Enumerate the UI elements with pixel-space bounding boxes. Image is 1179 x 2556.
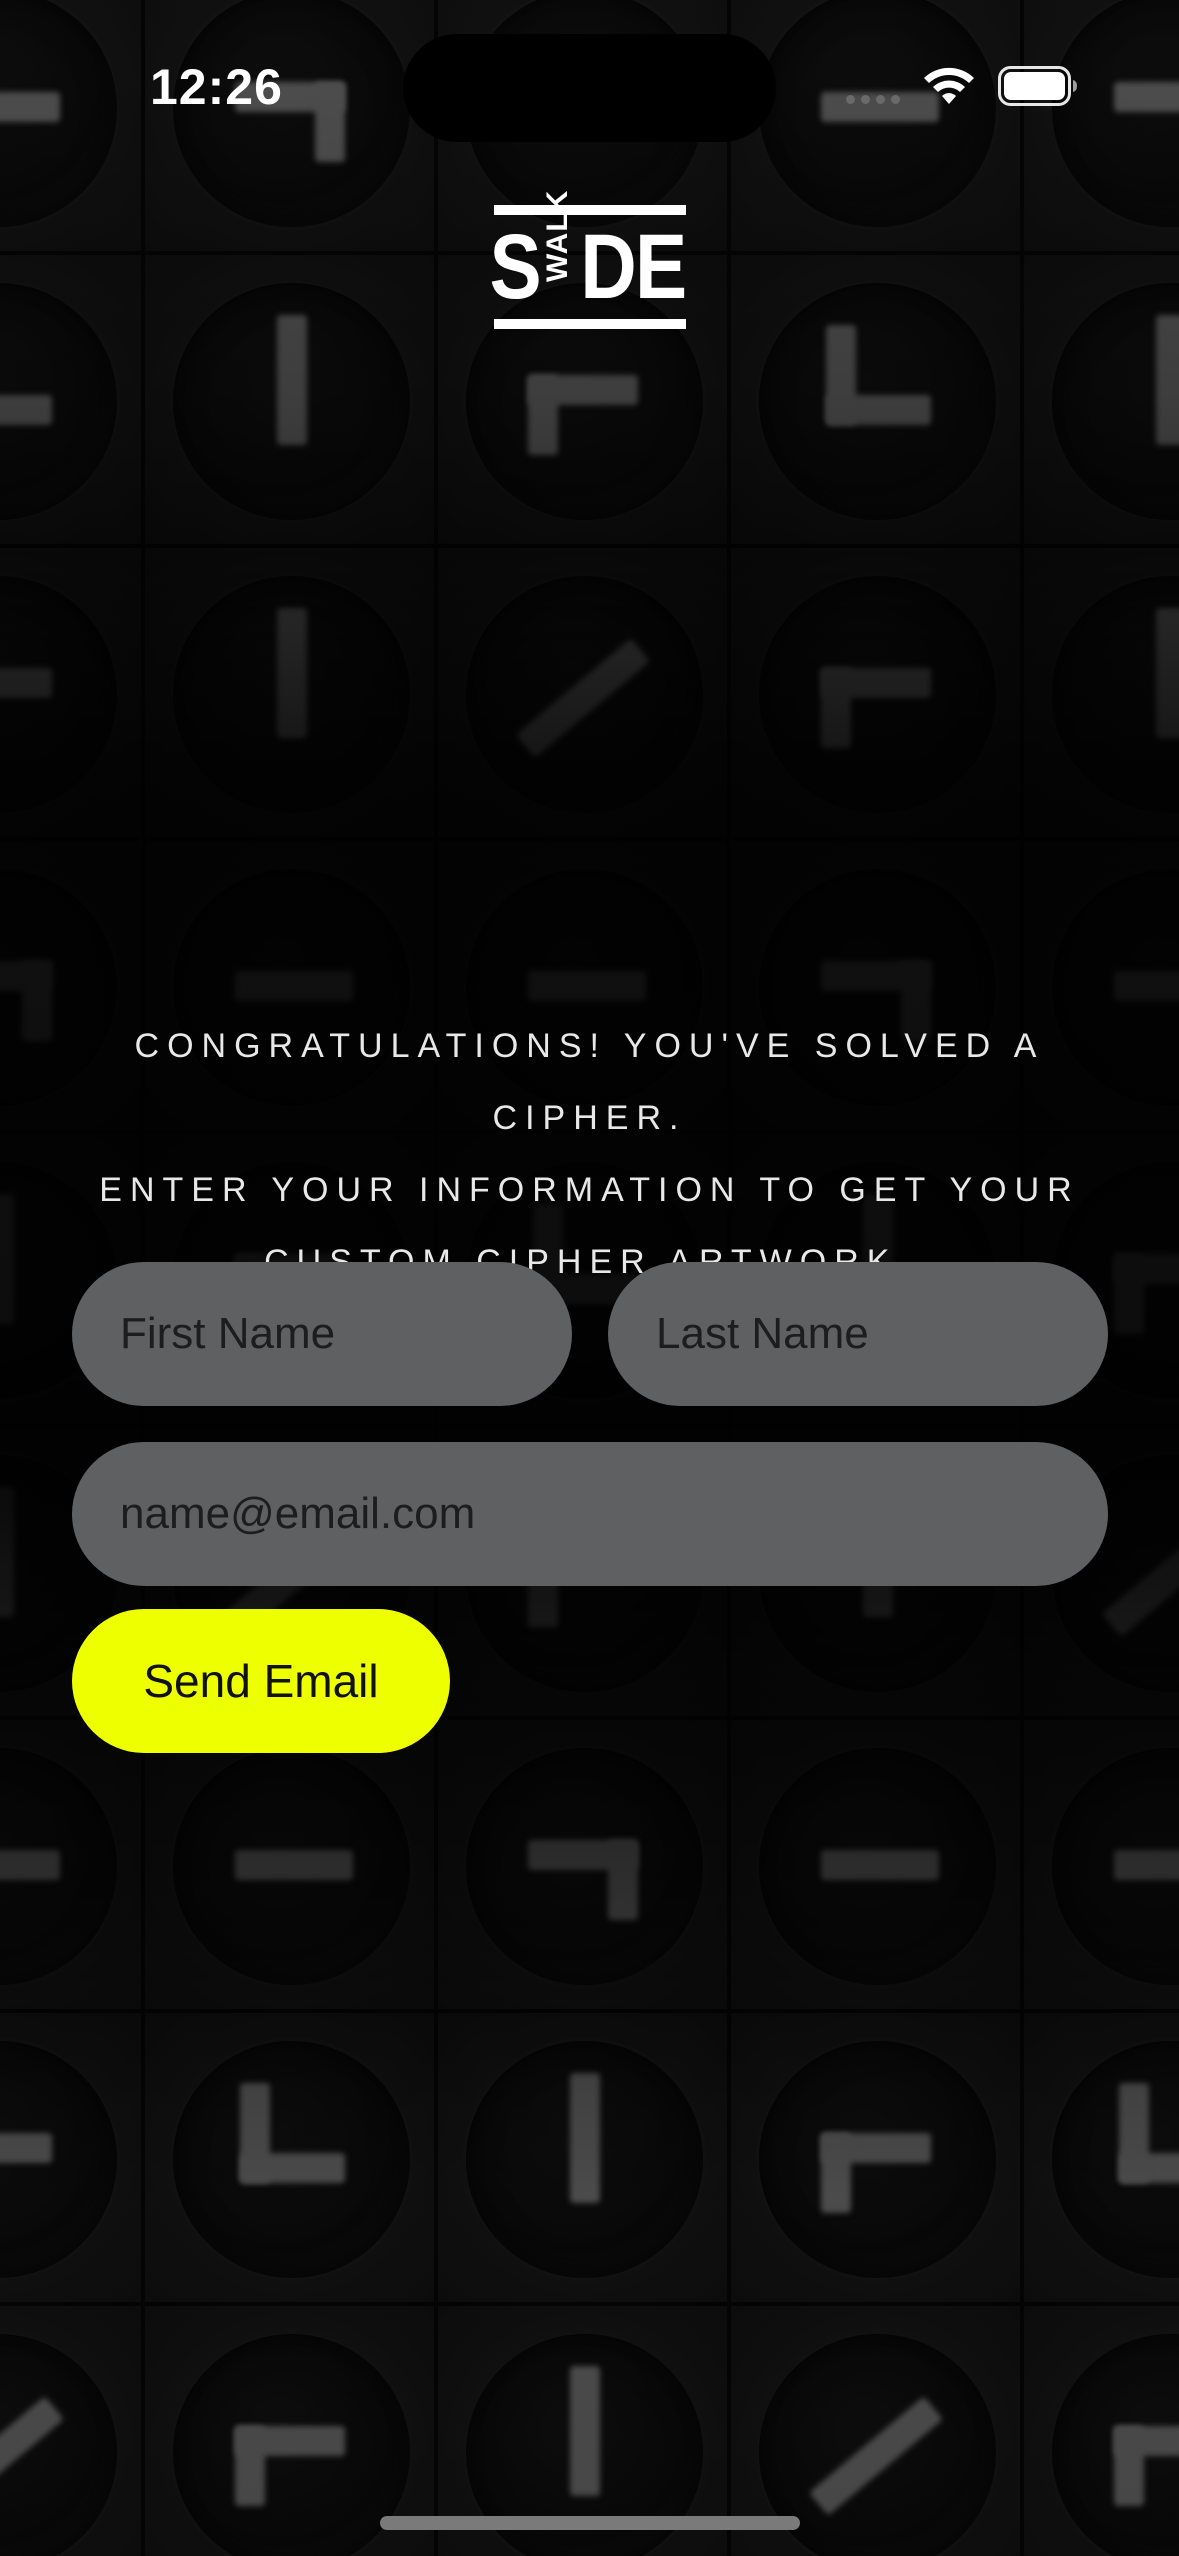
message-line-2: ENTER YOUR INFORMATION TO GET YOUR	[99, 1171, 1080, 1209]
last-name-input[interactable]	[608, 1262, 1108, 1406]
send-email-button[interactable]: Send Email	[72, 1609, 450, 1753]
battery-icon	[998, 66, 1077, 106]
status-time: 12:26	[150, 59, 283, 115]
home-indicator[interactable]	[380, 2516, 800, 2530]
dynamic-island	[403, 34, 776, 142]
wifi-icon	[924, 67, 974, 104]
sidewalk-logo: S WALK DE	[490, 189, 687, 329]
cipher-form-screen: 12:26 S WALK DE CONGRATULATIONS! YOU'VE …	[0, 0, 1179, 2556]
logo-letters-de: DE	[580, 216, 687, 318]
logo-letter-s: S	[489, 216, 542, 318]
message-line-1: CONGRATULATIONS! YOU'VE SOLVED A CIPHER.	[134, 1027, 1045, 1137]
first-name-input[interactable]	[72, 1262, 572, 1406]
email-input[interactable]	[72, 1442, 1108, 1586]
cellular-icon	[846, 95, 900, 104]
congratulations-message: CONGRATULATIONS! YOU'VE SOLVED A CIPHER.…	[60, 1010, 1119, 1298]
logo-vertical-text: WALK	[540, 189, 574, 282]
